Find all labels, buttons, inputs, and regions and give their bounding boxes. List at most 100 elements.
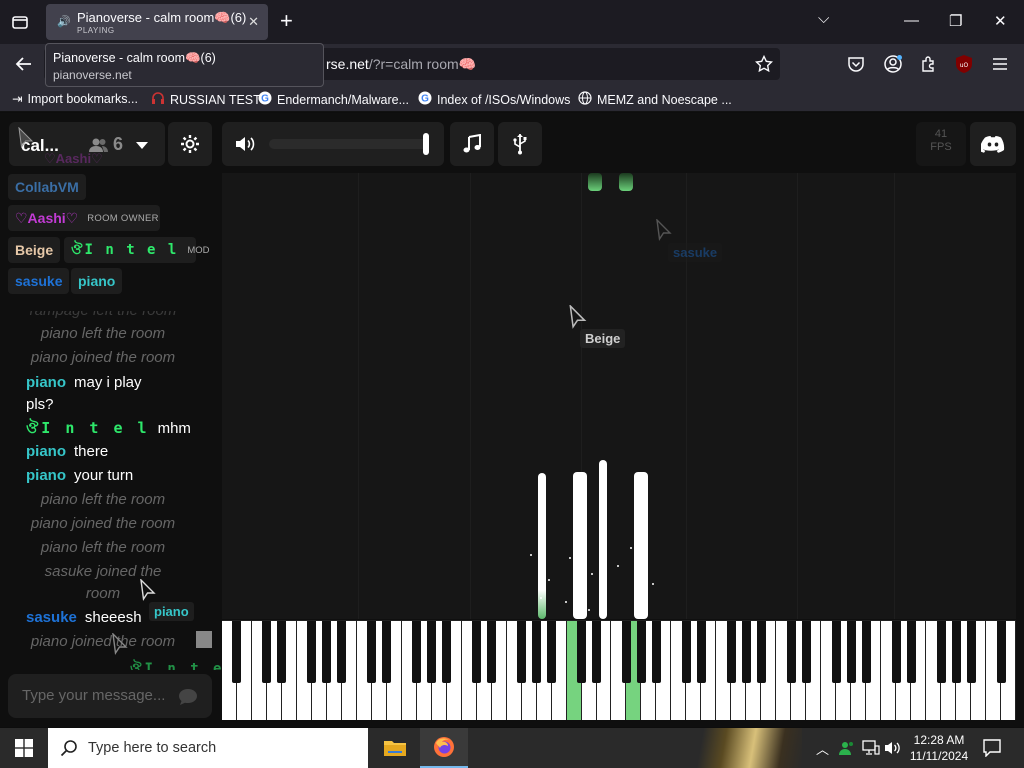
new-tab-button[interactable]: + <box>280 10 293 32</box>
user-chip-beige[interactable]: Beige <box>8 237 61 263</box>
bookmark-import[interactable]: ⇥ Import bookmarks... <box>12 91 138 107</box>
black-key[interactable] <box>577 621 587 683</box>
black-key[interactable] <box>906 621 916 683</box>
black-key[interactable] <box>337 621 347 683</box>
black-key[interactable] <box>621 621 631 683</box>
black-key[interactable] <box>651 621 661 683</box>
piano-keyboard[interactable] <box>222 620 1016 720</box>
bookmark-endermanch[interactable]: G Endermanch/Malware... <box>258 91 409 108</box>
particle <box>634 611 636 613</box>
black-key[interactable] <box>756 621 766 683</box>
system-message: piano joined the room <box>30 349 176 366</box>
midi-devices-button[interactable] <box>498 122 542 166</box>
falling-note <box>619 173 633 191</box>
black-key[interactable] <box>367 621 377 683</box>
ublock-origin-icon[interactable]: uO <box>952 52 976 76</box>
tab-list-button[interactable] <box>8 10 32 34</box>
clock[interactable]: 12:28 AM 11/11/2024 <box>902 732 976 764</box>
chat-input[interactable]: Type your message... <box>8 674 212 718</box>
black-key[interactable] <box>726 621 736 683</box>
black-key[interactable] <box>322 621 332 683</box>
black-key[interactable] <box>636 621 646 683</box>
black-key[interactable] <box>232 621 242 683</box>
music-button[interactable] <box>450 122 494 166</box>
url-text[interactable]: rse.net/?r=calm room🧠 <box>326 56 476 73</box>
minimize-icon[interactable]: — <box>904 12 919 29</box>
user-chip-aashi[interactable]: ♡Aashi♡ ROOM OWNER <box>8 205 160 231</box>
black-key[interactable] <box>681 621 691 683</box>
black-key[interactable] <box>592 621 602 683</box>
tab-playing-label: PLAYING <box>77 26 115 35</box>
import-icon: ⇥ <box>12 92 23 106</box>
black-key[interactable] <box>277 621 287 683</box>
bookmark-russian-test[interactable]: RUSSIAN TEST <box>151 91 261 108</box>
headphones-icon <box>151 91 165 108</box>
black-key[interactable] <box>382 621 392 683</box>
file-explorer-button[interactable] <box>371 728 419 768</box>
list-all-tabs-icon[interactable]: ⌵ <box>818 10 829 27</box>
notifications-icon[interactable] <box>983 739 1001 757</box>
black-key[interactable] <box>846 621 856 683</box>
particle <box>591 573 593 575</box>
black-key[interactable] <box>532 621 542 683</box>
black-key[interactable] <box>696 621 706 683</box>
black-key[interactable] <box>412 621 422 683</box>
volume-slider-track[interactable] <box>269 139 429 149</box>
settings-button[interactable] <box>168 122 212 166</box>
chat-bubble-icon[interactable] <box>178 688 198 706</box>
discord-button[interactable] <box>970 122 1016 166</box>
black-key[interactable] <box>547 621 557 683</box>
volume-slider-handle[interactable] <box>423 133 429 155</box>
user-chip-collabvm[interactable]: CollabVM <box>8 174 86 200</box>
pocket-icon[interactable] <box>844 52 868 76</box>
extensions-icon[interactable] <box>917 52 941 76</box>
search-placeholder: Type here to search <box>88 740 217 756</box>
black-key[interactable] <box>951 621 961 683</box>
folder-icon <box>384 741 406 756</box>
network-icon[interactable] <box>862 740 880 756</box>
black-key[interactable] <box>307 621 317 683</box>
grid-line <box>686 173 687 619</box>
people-icon[interactable] <box>838 739 856 757</box>
black-key[interactable] <box>936 621 946 683</box>
close-tab-icon[interactable]: ✕ <box>248 14 259 30</box>
black-key[interactable] <box>427 621 437 683</box>
black-key[interactable] <box>966 621 976 683</box>
bookmark-memz[interactable]: MEMZ and Noescape ... <box>578 91 732 108</box>
black-key[interactable] <box>801 621 811 683</box>
black-key[interactable] <box>786 621 796 683</box>
black-key[interactable] <box>996 621 1006 683</box>
black-key[interactable] <box>891 621 901 683</box>
bookmark-star-icon[interactable] <box>752 52 776 76</box>
user-chip-sasuke[interactable]: sasuke <box>8 268 70 294</box>
account-icon[interactable] <box>881 52 905 76</box>
taskbar-search[interactable]: Type here to search <box>48 728 368 768</box>
show-hidden-icons-icon[interactable]: ︿ <box>816 739 829 758</box>
black-key[interactable] <box>861 621 871 683</box>
close-window-icon[interactable]: ✕ <box>994 12 1007 30</box>
black-key[interactable] <box>262 621 272 683</box>
black-key[interactable] <box>831 621 841 683</box>
start-button[interactable] <box>0 728 48 768</box>
black-key[interactable] <box>517 621 527 683</box>
black-key[interactable] <box>442 621 452 683</box>
speaker-icon[interactable]: 🔊 <box>57 15 71 28</box>
restore-icon[interactable]: ❐ <box>949 12 962 30</box>
back-button[interactable] <box>12 52 36 76</box>
user-chip-piano[interactable]: piano <box>71 268 123 294</box>
volume-icon[interactable] <box>235 135 257 153</box>
black-key[interactable] <box>487 621 497 683</box>
tab-pianoverse[interactable]: 🔊 Pianoverse - calm room🧠(6) PLAYING ✕ <box>46 4 268 40</box>
note-visualizer: sasuke Beige <box>222 173 1016 619</box>
user-chip-intel[interactable]: ঔI n t e l MOD <box>64 237 210 263</box>
volume-tray-icon[interactable] <box>884 740 902 756</box>
chat-scrollbar[interactable] <box>196 631 212 648</box>
cursor-label-aashi: ♡Aashi♡ <box>44 151 103 166</box>
menu-icon[interactable] <box>988 52 1012 76</box>
bookmark-isos[interactable]: G Index of /ISOs/Windows <box>418 91 570 108</box>
svg-text:G: G <box>261 94 269 105</box>
black-key[interactable] <box>741 621 751 683</box>
black-key[interactable] <box>472 621 482 683</box>
cursor-arrow-icon <box>112 633 128 655</box>
firefox-taskbar-button[interactable] <box>420 728 468 768</box>
